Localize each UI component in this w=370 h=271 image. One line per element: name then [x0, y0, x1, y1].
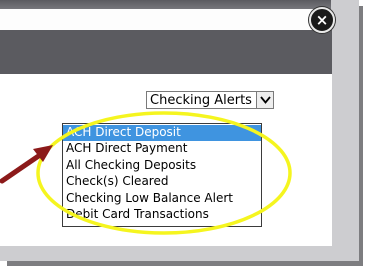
- top-strip: [0, 0, 331, 9]
- alert-type-option-list[interactable]: ACH Direct Deposit ACH Direct Payment Al…: [62, 123, 262, 227]
- option-checking-low-balance-alert[interactable]: Checking Low Balance Alert: [63, 191, 261, 207]
- dialog-titlebar: [0, 30, 332, 74]
- option-debit-card-transactions[interactable]: Debit Card Transactions: [63, 207, 261, 223]
- alert-type-select[interactable]: Checking Alerts: [146, 91, 274, 109]
- alert-type-selected-value: Checking Alerts: [150, 92, 252, 108]
- option-checks-cleared[interactable]: Check(s) Cleared: [63, 174, 261, 190]
- screenshot-scene: × Checking Alerts ACH Direct Deposit ACH…: [0, 0, 370, 271]
- close-icon[interactable]: ×: [309, 7, 335, 33]
- chevron-down-glyph: [259, 96, 271, 104]
- option-ach-direct-payment[interactable]: ACH Direct Payment: [63, 141, 261, 157]
- chevron-down-icon[interactable]: [256, 92, 273, 108]
- option-ach-direct-deposit[interactable]: ACH Direct Deposit: [63, 125, 261, 142]
- option-all-checking-deposits[interactable]: All Checking Deposits: [63, 158, 261, 174]
